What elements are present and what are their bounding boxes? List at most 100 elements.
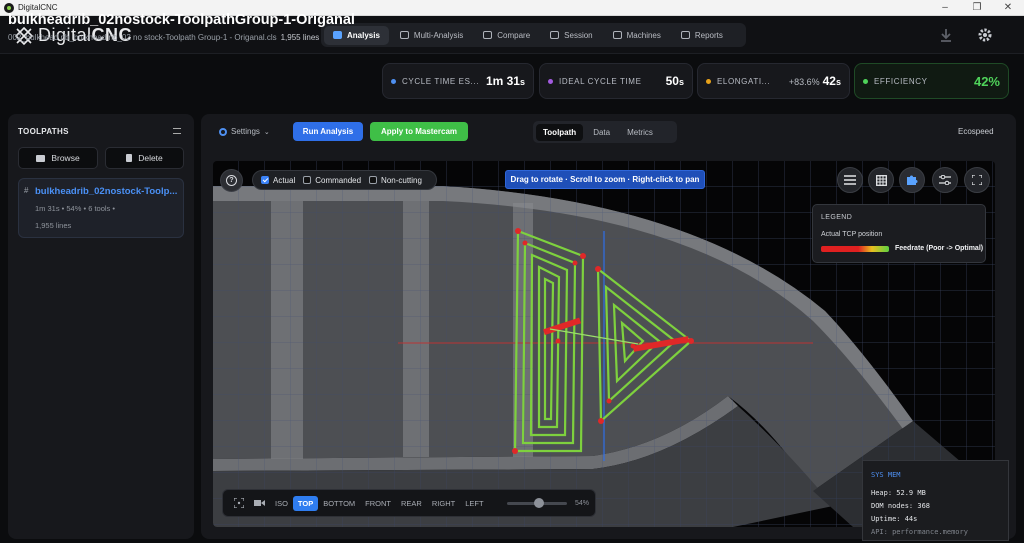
plugins-button[interactable]: [899, 167, 925, 193]
status-dot-icon: [706, 78, 711, 84]
legend-subtitle: Actual TCP position: [821, 231, 883, 238]
metric-value: 50s: [665, 74, 684, 88]
toolpaths-sidebar: TOOLPATHS Browse Delete # bulkheadrib_02…: [8, 114, 194, 539]
filter-commanded-checkbox[interactable]: Commanded: [303, 176, 361, 185]
fullscreen-icon: [972, 175, 982, 185]
tab-reports[interactable]: Reports: [672, 26, 732, 45]
metric-label: ELONGATI...: [717, 76, 771, 86]
view-preset-bar: ISO TOP BOTTOM FRONT REAR RIGHT LEFT 54%: [222, 489, 596, 517]
analysis-icon: [333, 31, 342, 39]
question-icon: ?: [226, 175, 237, 186]
delete-label: Delete: [138, 153, 163, 163]
list-icon: [844, 175, 856, 185]
filter-non-cutting-checkbox[interactable]: Non-cutting: [369, 176, 422, 185]
legend-panel: LEGEND Actual TCP position Feedrate (Poo…: [812, 204, 986, 263]
toolpath-list-item[interactable]: # bulkheadrib_02nostock-Toolp... 1m 31s …: [18, 178, 184, 238]
fullscreen-button[interactable]: [964, 167, 990, 193]
gear-icon[interactable]: [976, 26, 994, 44]
view-right-button[interactable]: RIGHT: [427, 496, 460, 511]
view-rear-button[interactable]: REAR: [396, 496, 427, 511]
ecospeed-label: Ecospeed: [958, 127, 994, 136]
view-left-button[interactable]: LEFT: [460, 496, 488, 511]
tab-analysis-label: Analysis: [347, 30, 380, 40]
view-bottom-button[interactable]: BOTTOM: [318, 496, 360, 511]
sort-icon[interactable]: [173, 128, 181, 134]
metric-ideal-cycle-time: IDEAL CYCLE TIME 50s: [539, 63, 693, 99]
navigation-hint: Drag to rotate · Scroll to zoom · Right-…: [505, 170, 705, 189]
grid-icon: [875, 174, 887, 186]
tab-data[interactable]: Data: [586, 124, 617, 141]
close-icon[interactable]: ✕: [992, 0, 1024, 16]
feedrate-gradient: [821, 246, 889, 252]
metric-efficiency: EFFICIENCY 42%: [854, 63, 1009, 99]
checkbox-icon: [303, 176, 312, 184]
metric-label: IDEAL CYCLE TIME: [559, 76, 642, 86]
zoom-percent: 54%: [574, 499, 589, 507]
apply-to-mastercam-button[interactable]: Apply to Mastercam: [370, 122, 468, 141]
machines-icon: [612, 31, 622, 39]
line-count: 1,955 lines: [280, 33, 320, 42]
view-iso-button[interactable]: ISO: [270, 496, 293, 511]
download-icon[interactable]: [937, 26, 955, 44]
sidebar-title: TOOLPATHS: [18, 127, 69, 136]
settings-dropdown[interactable]: Settings ⌄: [219, 124, 270, 139]
checkbox-icon: [369, 176, 378, 184]
chevron-down-icon: ⌄: [263, 128, 270, 136]
status-dot-icon: [391, 78, 396, 84]
filter-actual-label: Actual: [273, 175, 296, 185]
metric-value: 42%: [973, 73, 1000, 89]
tab-session[interactable]: Session: [541, 26, 601, 45]
camera-button[interactable]: [249, 496, 270, 511]
zoom-slider[interactable]: [506, 497, 567, 508]
maximize-icon[interactable]: ❐: [961, 0, 993, 16]
delete-button[interactable]: Delete: [105, 147, 184, 169]
file-name: 002_bulkhead rib_bulkhead rib_02 no stoc…: [8, 33, 277, 42]
hash-icon: #: [24, 186, 29, 195]
tab-analysis[interactable]: Analysis: [324, 25, 389, 45]
reports-icon: [680, 31, 690, 39]
sys-mem-title: SYS MEM: [871, 471, 901, 479]
help-button[interactable]: ?: [220, 169, 243, 192]
api-value: API: performance.memory: [871, 528, 968, 536]
folder-icon: [36, 154, 46, 162]
tab-compare-label: Compare: [497, 30, 531, 40]
metric-label: EFFICIENCY: [874, 76, 928, 86]
browse-button[interactable]: Browse: [18, 147, 98, 169]
main-nav: Analysis Multi-Analysis Compare Session …: [321, 23, 746, 47]
path-filter-group: Actual Commanded Non-cutting: [252, 170, 437, 190]
run-analysis-button[interactable]: Run Analysis: [293, 122, 363, 141]
tab-toolpath[interactable]: Toolpath: [536, 123, 584, 141]
view-front-button[interactable]: FRONT: [360, 496, 396, 511]
toolpath-name: bulkheadrib_02nostock-Toolp...: [35, 186, 178, 197]
list-button[interactable]: [837, 167, 863, 193]
filter-actual-checkbox[interactable]: Actual: [261, 176, 295, 185]
sliders-icon: [939, 175, 951, 185]
status-dot-icon: [863, 78, 868, 84]
tab-compare[interactable]: Compare: [474, 26, 539, 45]
uptime-value: Uptime: 44s: [871, 515, 918, 523]
page-subtitle: 002_bulkhead rib_bulkhead rib_02 no stoc…: [8, 33, 319, 42]
tab-machines[interactable]: Machines: [604, 26, 670, 45]
window-title: DigitalCNC: [18, 3, 58, 12]
tab-session-label: Session: [564, 30, 593, 40]
view-top-button[interactable]: TOP: [292, 495, 319, 511]
tab-metrics[interactable]: Metrics: [620, 124, 660, 141]
toolpath-meta: 1m 31s • 54% • 6 tools •: [35, 204, 115, 213]
toolpath-lines: 1,955 lines: [35, 221, 72, 230]
compare-icon: [483, 31, 493, 39]
fit-view-button[interactable]: [229, 496, 249, 511]
settings-label: Settings: [231, 127, 260, 136]
zoom-slider-knob[interactable]: [533, 497, 544, 508]
browse-label: Browse: [51, 153, 80, 163]
session-icon: [550, 31, 560, 39]
metric-label: CYCLE TIME ES...: [402, 76, 480, 86]
adjust-button[interactable]: [932, 167, 958, 193]
checkbox-checked-icon: [261, 176, 269, 184]
metric-elongation: ELONGATI... +83.6% 42s: [697, 63, 850, 99]
page-title: bulkheadrib_02nostock-ToolpathGroup-1-Or…: [8, 12, 355, 28]
minimize-icon[interactable]: –: [929, 0, 961, 16]
grid-toggle-button[interactable]: [868, 167, 894, 193]
focus-icon: [234, 498, 244, 508]
tab-multi-analysis[interactable]: Multi-Analysis: [391, 26, 472, 45]
filter-commanded-label: Commanded: [315, 175, 362, 185]
